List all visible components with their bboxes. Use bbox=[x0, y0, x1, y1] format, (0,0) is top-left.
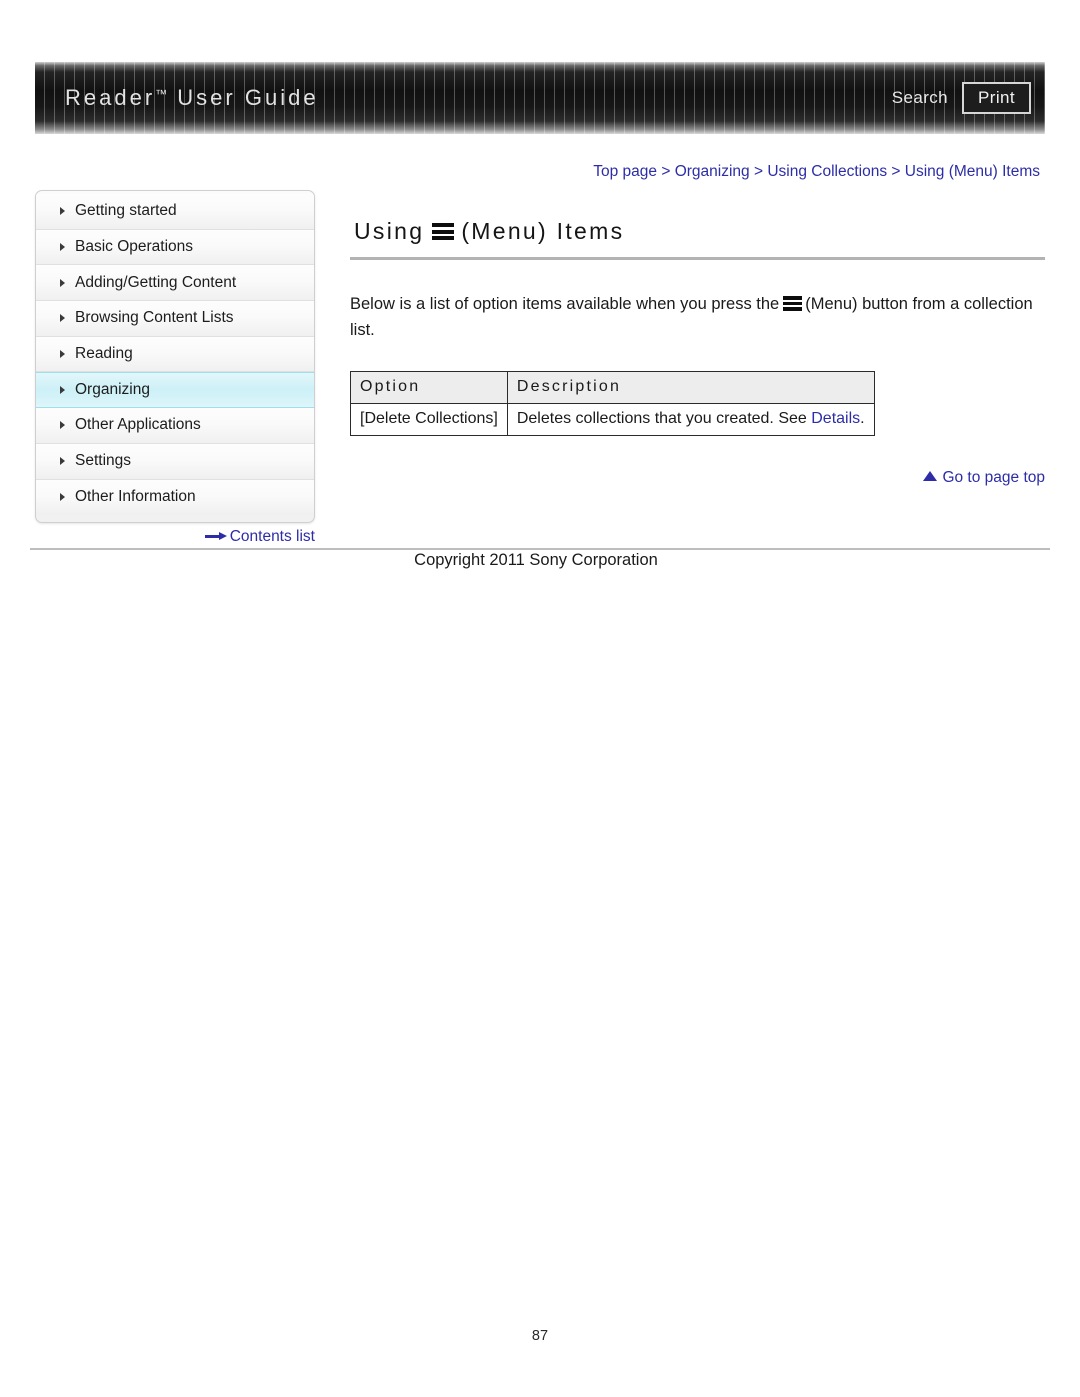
table-header-row: Option Description bbox=[350, 371, 875, 405]
search-link[interactable]: Search bbox=[892, 88, 948, 108]
triangle-right-icon bbox=[60, 386, 65, 395]
triangle-right-icon bbox=[60, 278, 65, 287]
sidebar-item-organizing[interactable]: Organizing bbox=[36, 372, 314, 409]
sidebar-item-label: Reading bbox=[75, 345, 133, 363]
table-cell-description: Deletes collections that you created. Se… bbox=[506, 403, 875, 437]
sidebar-item-label: Browsing Content Lists bbox=[75, 309, 234, 327]
footer-divider bbox=[30, 548, 1050, 550]
sidebar-item-label: Basic Operations bbox=[75, 238, 194, 256]
app-title-text: Reader bbox=[65, 85, 156, 110]
triangle-right-icon bbox=[60, 350, 65, 359]
app-title-suffix: User Guide bbox=[177, 85, 319, 110]
triangle-right-icon bbox=[60, 457, 65, 466]
sidebar-item-label: Settings bbox=[75, 452, 132, 470]
triangle-right-icon bbox=[60, 421, 65, 430]
trademark-symbol: ™ bbox=[155, 87, 169, 101]
table-header-description: Description bbox=[506, 371, 875, 405]
contents-list-label: Contents list bbox=[229, 528, 315, 545]
triangle-right-icon bbox=[60, 207, 65, 216]
sidebar-item-basic-operations[interactable]: Basic Operations bbox=[36, 229, 314, 266]
page-title-prefix: Using bbox=[354, 218, 425, 244]
breadcrumb: Top page > Organizing > Using Collection… bbox=[593, 163, 1040, 181]
table-header-option: Option bbox=[350, 371, 508, 405]
menu-hamburger-icon bbox=[783, 296, 803, 311]
copyright-text: Copyright 2011 Sony Corporation bbox=[414, 551, 658, 569]
print-button[interactable]: Print bbox=[962, 82, 1031, 114]
sidebar-item-browsing-content-lists[interactable]: Browsing Content Lists bbox=[36, 301, 314, 337]
table-cell-option: [Delete Collections] bbox=[350, 403, 508, 437]
breadcrumb-separator: > bbox=[887, 163, 905, 180]
breadcrumb-item-organizing[interactable]: Organizing bbox=[675, 163, 750, 180]
sidebar-item-getting-started[interactable]: Getting started bbox=[36, 194, 314, 230]
header-banner: Reader™ User Guide Search Print bbox=[35, 62, 1045, 134]
page-title-suffix: (Menu) Items bbox=[461, 218, 625, 244]
intro-paragraph: Below is a list of option items availabl… bbox=[350, 291, 1040, 343]
breadcrumb-separator: > bbox=[749, 163, 768, 180]
details-link[interactable]: Details bbox=[811, 410, 860, 427]
breadcrumb-item-using-collections[interactable]: Using Collections bbox=[767, 163, 887, 180]
table-row: [Delete Collections] Deletes collections… bbox=[350, 403, 875, 437]
sidebar-item-other-applications[interactable]: Other Applications bbox=[36, 408, 314, 444]
title-divider bbox=[350, 257, 1045, 260]
sidebar-item-other-information[interactable]: Other Information bbox=[36, 479, 314, 516]
sidebar-item-settings[interactable]: Settings bbox=[36, 443, 314, 480]
triangle-up-icon bbox=[923, 471, 938, 482]
sidebar-item-adding-getting-content[interactable]: Adding/Getting Content bbox=[36, 265, 314, 302]
triangle-right-icon bbox=[60, 243, 65, 252]
sidebar-item-label: Adding/Getting Content bbox=[75, 273, 237, 291]
go-to-page-top-label: Go to page top bbox=[942, 469, 1045, 487]
breadcrumb-item-using-menu-items[interactable]: Using (Menu) Items bbox=[905, 163, 1040, 180]
main-content: Using (Menu) Items Below is a list of op… bbox=[350, 218, 1045, 487]
description-text-before: Deletes collections that you created. Se… bbox=[516, 410, 812, 428]
intro-text-part1: Below is a list of option items availabl… bbox=[350, 295, 780, 313]
page-title: Using (Menu) Items bbox=[354, 218, 1045, 245]
header-actions: Search Print bbox=[892, 82, 1031, 114]
app-title: Reader™ User Guide bbox=[65, 85, 319, 111]
triangle-right-icon bbox=[60, 493, 65, 502]
description-text-after: . bbox=[860, 410, 865, 428]
sidebar-item-label: Other Applications bbox=[75, 416, 201, 434]
sidebar-navigation: Getting started Basic Operations Adding/… bbox=[35, 190, 315, 524]
breadcrumb-item-top-page[interactable]: Top page bbox=[593, 163, 657, 180]
contents-list-link[interactable]: Contents list bbox=[35, 528, 315, 546]
sidebar-item-label: Organizing bbox=[75, 381, 150, 399]
sidebar-item-label: Getting started bbox=[75, 202, 177, 220]
arrow-right-icon bbox=[204, 532, 227, 541]
option-items-table: Option Description [Delete Collections] … bbox=[350, 371, 875, 437]
menu-hamburger-icon bbox=[432, 223, 455, 240]
sidebar-item-reading[interactable]: Reading bbox=[36, 336, 314, 373]
page-number: 87 bbox=[531, 1328, 549, 1344]
sidebar-item-label: Other Information bbox=[75, 488, 196, 506]
triangle-right-icon bbox=[60, 314, 65, 323]
breadcrumb-separator: > bbox=[657, 163, 675, 180]
go-to-page-top-link[interactable]: Go to page top bbox=[350, 469, 1045, 487]
